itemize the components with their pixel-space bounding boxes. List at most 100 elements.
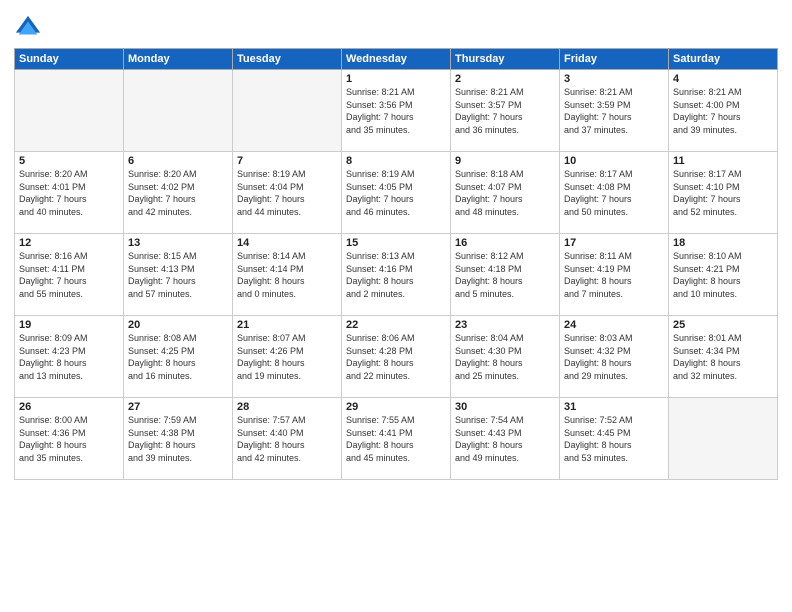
logo [14, 14, 46, 42]
day-number: 23 [455, 319, 555, 331]
calendar-cell: 26Sunrise: 8:00 AM Sunset: 4:36 PM Dayli… [15, 398, 124, 480]
day-info: Sunrise: 8:14 AM Sunset: 4:14 PM Dayligh… [237, 250, 337, 300]
calendar-cell: 3Sunrise: 8:21 AM Sunset: 3:59 PM Daylig… [560, 70, 669, 152]
day-header-thursday: Thursday [451, 49, 560, 70]
day-header-monday: Monday [124, 49, 233, 70]
day-number: 8 [346, 155, 446, 167]
day-header-saturday: Saturday [669, 49, 778, 70]
calendar-cell: 7Sunrise: 8:19 AM Sunset: 4:04 PM Daylig… [233, 152, 342, 234]
day-number: 27 [128, 401, 228, 413]
day-number: 20 [128, 319, 228, 331]
day-number: 4 [673, 73, 773, 85]
day-number: 22 [346, 319, 446, 331]
day-info: Sunrise: 8:21 AM Sunset: 3:59 PM Dayligh… [564, 86, 664, 136]
day-info: Sunrise: 8:00 AM Sunset: 4:36 PM Dayligh… [19, 414, 119, 464]
calendar-cell [669, 398, 778, 480]
day-number: 31 [564, 401, 664, 413]
day-number: 16 [455, 237, 555, 249]
day-info: Sunrise: 7:54 AM Sunset: 4:43 PM Dayligh… [455, 414, 555, 464]
day-info: Sunrise: 8:01 AM Sunset: 4:34 PM Dayligh… [673, 332, 773, 382]
calendar-cell: 10Sunrise: 8:17 AM Sunset: 4:08 PM Dayli… [560, 152, 669, 234]
day-info: Sunrise: 8:06 AM Sunset: 4:28 PM Dayligh… [346, 332, 446, 382]
day-number: 11 [673, 155, 773, 167]
day-number: 25 [673, 319, 773, 331]
calendar-cell: 20Sunrise: 8:08 AM Sunset: 4:25 PM Dayli… [124, 316, 233, 398]
day-number: 2 [455, 73, 555, 85]
day-info: Sunrise: 8:19 AM Sunset: 4:05 PM Dayligh… [346, 168, 446, 218]
calendar-week-5: 26Sunrise: 8:00 AM Sunset: 4:36 PM Dayli… [15, 398, 778, 480]
header [14, 10, 778, 42]
day-info: Sunrise: 8:21 AM Sunset: 3:57 PM Dayligh… [455, 86, 555, 136]
calendar-cell: 13Sunrise: 8:15 AM Sunset: 4:13 PM Dayli… [124, 234, 233, 316]
day-number: 29 [346, 401, 446, 413]
day-info: Sunrise: 8:18 AM Sunset: 4:07 PM Dayligh… [455, 168, 555, 218]
day-number: 6 [128, 155, 228, 167]
day-info: Sunrise: 8:13 AM Sunset: 4:16 PM Dayligh… [346, 250, 446, 300]
day-info: Sunrise: 7:57 AM Sunset: 4:40 PM Dayligh… [237, 414, 337, 464]
calendar-cell: 27Sunrise: 7:59 AM Sunset: 4:38 PM Dayli… [124, 398, 233, 480]
day-info: Sunrise: 8:21 AM Sunset: 3:56 PM Dayligh… [346, 86, 446, 136]
day-number: 3 [564, 73, 664, 85]
day-header-friday: Friday [560, 49, 669, 70]
day-info: Sunrise: 8:17 AM Sunset: 4:10 PM Dayligh… [673, 168, 773, 218]
calendar-cell: 30Sunrise: 7:54 AM Sunset: 4:43 PM Dayli… [451, 398, 560, 480]
calendar-cell: 16Sunrise: 8:12 AM Sunset: 4:18 PM Dayli… [451, 234, 560, 316]
day-info: Sunrise: 8:21 AM Sunset: 4:00 PM Dayligh… [673, 86, 773, 136]
calendar-cell: 21Sunrise: 8:07 AM Sunset: 4:26 PM Dayli… [233, 316, 342, 398]
day-number: 9 [455, 155, 555, 167]
day-info: Sunrise: 8:12 AM Sunset: 4:18 PM Dayligh… [455, 250, 555, 300]
calendar-cell: 31Sunrise: 7:52 AM Sunset: 4:45 PM Dayli… [560, 398, 669, 480]
calendar-week-3: 12Sunrise: 8:16 AM Sunset: 4:11 PM Dayli… [15, 234, 778, 316]
calendar-cell: 6Sunrise: 8:20 AM Sunset: 4:02 PM Daylig… [124, 152, 233, 234]
calendar-cell: 29Sunrise: 7:55 AM Sunset: 4:41 PM Dayli… [342, 398, 451, 480]
calendar-week-2: 5Sunrise: 8:20 AM Sunset: 4:01 PM Daylig… [15, 152, 778, 234]
calendar-cell: 22Sunrise: 8:06 AM Sunset: 4:28 PM Dayli… [342, 316, 451, 398]
calendar-cell [233, 70, 342, 152]
day-info: Sunrise: 8:04 AM Sunset: 4:30 PM Dayligh… [455, 332, 555, 382]
day-info: Sunrise: 8:16 AM Sunset: 4:11 PM Dayligh… [19, 250, 119, 300]
day-number: 12 [19, 237, 119, 249]
day-number: 1 [346, 73, 446, 85]
calendar-cell: 9Sunrise: 8:18 AM Sunset: 4:07 PM Daylig… [451, 152, 560, 234]
logo-icon [14, 14, 42, 42]
day-number: 14 [237, 237, 337, 249]
day-info: Sunrise: 8:20 AM Sunset: 4:01 PM Dayligh… [19, 168, 119, 218]
calendar-cell: 15Sunrise: 8:13 AM Sunset: 4:16 PM Dayli… [342, 234, 451, 316]
calendar-cell: 23Sunrise: 8:04 AM Sunset: 4:30 PM Dayli… [451, 316, 560, 398]
day-number: 18 [673, 237, 773, 249]
day-number: 24 [564, 319, 664, 331]
day-header-sunday: Sunday [15, 49, 124, 70]
calendar-cell: 11Sunrise: 8:17 AM Sunset: 4:10 PM Dayli… [669, 152, 778, 234]
calendar-cell: 1Sunrise: 8:21 AM Sunset: 3:56 PM Daylig… [342, 70, 451, 152]
calendar-cell: 4Sunrise: 8:21 AM Sunset: 4:00 PM Daylig… [669, 70, 778, 152]
day-header-tuesday: Tuesday [233, 49, 342, 70]
day-info: Sunrise: 8:20 AM Sunset: 4:02 PM Dayligh… [128, 168, 228, 218]
day-number: 13 [128, 237, 228, 249]
day-info: Sunrise: 8:19 AM Sunset: 4:04 PM Dayligh… [237, 168, 337, 218]
day-header-wednesday: Wednesday [342, 49, 451, 70]
day-info: Sunrise: 8:07 AM Sunset: 4:26 PM Dayligh… [237, 332, 337, 382]
day-number: 19 [19, 319, 119, 331]
calendar-cell: 25Sunrise: 8:01 AM Sunset: 4:34 PM Dayli… [669, 316, 778, 398]
calendar-cell: 8Sunrise: 8:19 AM Sunset: 4:05 PM Daylig… [342, 152, 451, 234]
day-info: Sunrise: 8:15 AM Sunset: 4:13 PM Dayligh… [128, 250, 228, 300]
day-info: Sunrise: 7:52 AM Sunset: 4:45 PM Dayligh… [564, 414, 664, 464]
calendar-cell [15, 70, 124, 152]
day-number: 17 [564, 237, 664, 249]
day-number: 26 [19, 401, 119, 413]
calendar-cell [124, 70, 233, 152]
calendar-cell: 18Sunrise: 8:10 AM Sunset: 4:21 PM Dayli… [669, 234, 778, 316]
calendar-cell: 19Sunrise: 8:09 AM Sunset: 4:23 PM Dayli… [15, 316, 124, 398]
calendar-cell: 28Sunrise: 7:57 AM Sunset: 4:40 PM Dayli… [233, 398, 342, 480]
page-container: SundayMondayTuesdayWednesdayThursdayFrid… [0, 0, 792, 612]
calendar-cell: 5Sunrise: 8:20 AM Sunset: 4:01 PM Daylig… [15, 152, 124, 234]
calendar-table: SundayMondayTuesdayWednesdayThursdayFrid… [14, 48, 778, 480]
day-number: 28 [237, 401, 337, 413]
day-info: Sunrise: 7:55 AM Sunset: 4:41 PM Dayligh… [346, 414, 446, 464]
day-info: Sunrise: 8:09 AM Sunset: 4:23 PM Dayligh… [19, 332, 119, 382]
calendar-cell: 12Sunrise: 8:16 AM Sunset: 4:11 PM Dayli… [15, 234, 124, 316]
day-info: Sunrise: 8:03 AM Sunset: 4:32 PM Dayligh… [564, 332, 664, 382]
calendar-cell: 17Sunrise: 8:11 AM Sunset: 4:19 PM Dayli… [560, 234, 669, 316]
calendar-week-4: 19Sunrise: 8:09 AM Sunset: 4:23 PM Dayli… [15, 316, 778, 398]
day-number: 15 [346, 237, 446, 249]
